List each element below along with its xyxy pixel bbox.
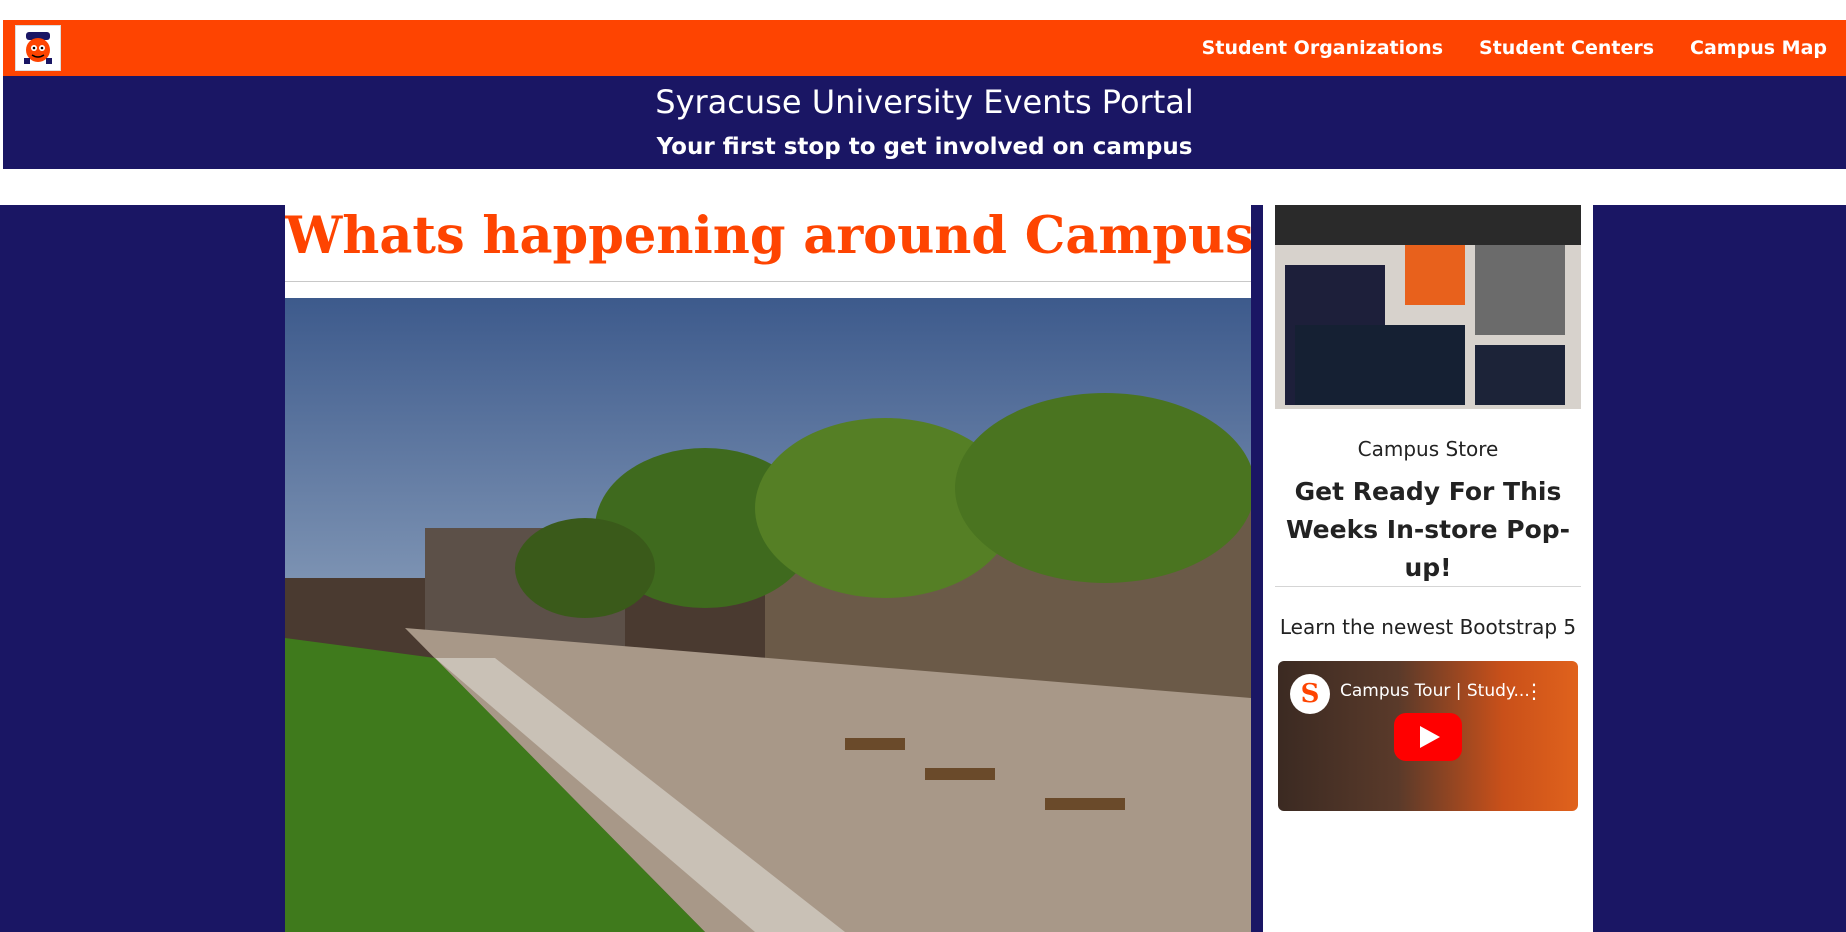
nav-student-centers[interactable]: Student Centers [1479,37,1654,59]
video-title[interactable]: Campus Tour | Study... [1340,681,1530,701]
sidebar: Campus Store Get Ready For This Weeks In… [1263,205,1593,932]
page-subtitle: Your first stop to get involved on campu… [656,134,1193,160]
nav-student-organizations[interactable]: Student Organizations [1202,37,1443,59]
sidebar-divider [1275,586,1581,587]
header-banner: Syracuse University Events Portal Your f… [3,76,1846,169]
video-label: Learn the newest Bootstrap 5 [1279,615,1577,639]
main-column: Whats happening around Campus? [285,205,1251,932]
channel-avatar-icon[interactable]: S [1290,674,1330,714]
divider [285,281,1251,282]
campus-store-photo [1275,205,1581,409]
play-icon[interactable] [1394,713,1462,761]
page-title: Syracuse University Events Portal [655,83,1194,121]
youtube-video-embed[interactable]: S Campus Tour | Study... ⋮ [1278,661,1578,811]
campus-photo [285,298,1251,932]
section-headline: Whats happening around Campus? [285,206,1251,266]
content-area: Whats happening around Campus? Campus St… [0,205,1846,932]
kebab-menu-icon[interactable]: ⋮ [1524,679,1544,703]
nav-campus-map[interactable]: Campus Map [1690,37,1827,59]
store-headline: Get Ready For This Weeks In-store Pop-up… [1285,477,1571,582]
top-navbar: Student Organizations Student Centers Ca… [3,20,1846,76]
otto-mascot-icon[interactable] [15,25,61,71]
store-label: Campus Store [1357,437,1499,461]
